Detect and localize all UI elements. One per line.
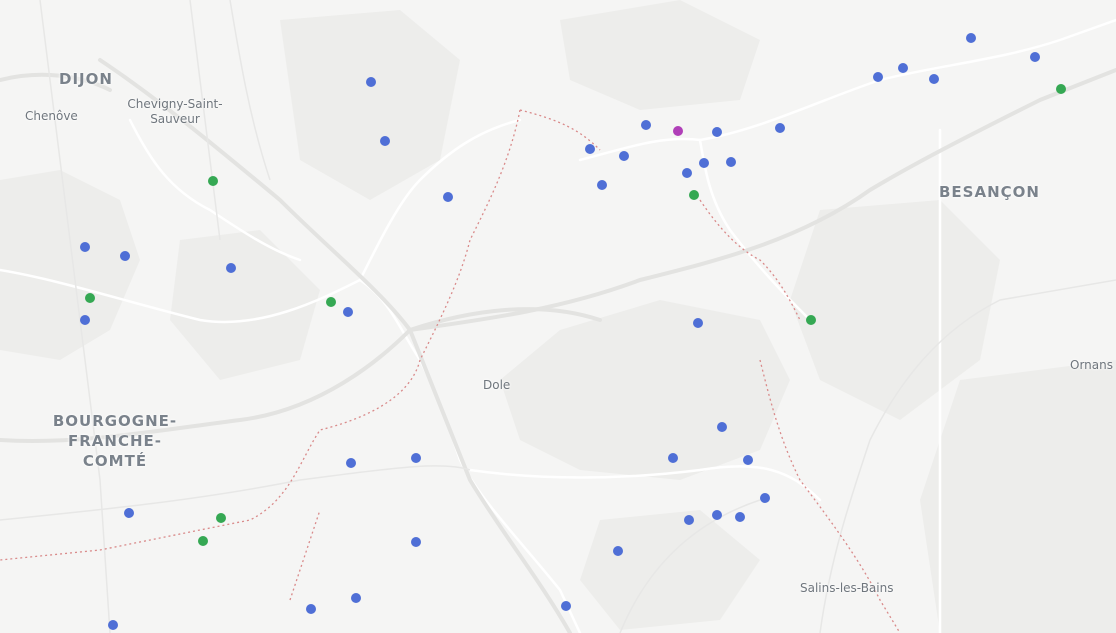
- label-chenove: Chenôve: [25, 109, 78, 123]
- map-marker-green[interactable]: [806, 315, 816, 325]
- map-marker-green[interactable]: [1056, 84, 1066, 94]
- label-salins-les-bains: Salins-les-Bains: [800, 581, 894, 595]
- map-marker-blue[interactable]: [597, 180, 607, 190]
- map-marker-blue[interactable]: [682, 168, 692, 178]
- terrain-shading: [0, 0, 1116, 633]
- label-chevigny-saint-sauveur: Chevigny-Saint- Sauveur: [127, 97, 223, 126]
- map-marker-blue[interactable]: [684, 515, 694, 525]
- map-marker-blue[interactable]: [775, 123, 785, 133]
- map-marker-green[interactable]: [689, 190, 699, 200]
- map-marker-blue[interactable]: [306, 604, 316, 614]
- map-marker-blue[interactable]: [693, 318, 703, 328]
- label-region: BOURGOGNE- FRANCHE- COMTÉ: [52, 412, 178, 470]
- map-marker-blue[interactable]: [351, 593, 361, 603]
- map-marker-blue[interactable]: [561, 601, 571, 611]
- map-marker-blue[interactable]: [717, 422, 727, 432]
- map-marker-blue[interactable]: [712, 127, 722, 137]
- label-dijon: DIJON: [59, 70, 113, 88]
- map-marker-blue[interactable]: [120, 251, 130, 261]
- map-marker-blue[interactable]: [641, 120, 651, 130]
- map-marker-blue[interactable]: [929, 74, 939, 84]
- map-marker-blue[interactable]: [712, 510, 722, 520]
- map-marker-blue[interactable]: [124, 508, 134, 518]
- map-marker-blue[interactable]: [411, 453, 421, 463]
- map-marker-blue[interactable]: [346, 458, 356, 468]
- map-marker-blue[interactable]: [743, 455, 753, 465]
- map-marker-green[interactable]: [326, 297, 336, 307]
- map-marker-blue[interactable]: [443, 192, 453, 202]
- map-marker-green[interactable]: [85, 293, 95, 303]
- basemap: [0, 0, 1116, 633]
- map-marker-blue[interactable]: [873, 72, 883, 82]
- map-marker-blue[interactable]: [613, 546, 623, 556]
- map-marker-blue[interactable]: [380, 136, 390, 146]
- map-marker-blue[interactable]: [366, 77, 376, 87]
- map-marker-blue[interactable]: [108, 620, 118, 630]
- map-marker-green[interactable]: [198, 536, 208, 546]
- map-marker-blue[interactable]: [726, 157, 736, 167]
- map-marker-blue[interactable]: [619, 151, 629, 161]
- map-marker-blue[interactable]: [760, 493, 770, 503]
- map-marker-blue[interactable]: [411, 537, 421, 547]
- map-marker-green[interactable]: [216, 513, 226, 523]
- label-ornans: Ornans: [1070, 358, 1113, 372]
- map-marker-blue[interactable]: [735, 512, 745, 522]
- map-marker-blue[interactable]: [898, 63, 908, 73]
- label-dole: Dole: [483, 378, 511, 392]
- map-marker-purple[interactable]: [673, 126, 683, 136]
- map-marker-blue[interactable]: [343, 307, 353, 317]
- map-marker-green[interactable]: [208, 176, 218, 186]
- map-marker-blue[interactable]: [699, 158, 709, 168]
- map-marker-blue[interactable]: [226, 263, 236, 273]
- map-marker-blue[interactable]: [966, 33, 976, 43]
- map-marker-blue[interactable]: [1030, 52, 1040, 62]
- label-besancon: BESANÇON: [939, 183, 1040, 201]
- map-marker-blue[interactable]: [80, 242, 90, 252]
- map-marker-blue[interactable]: [585, 144, 595, 154]
- map-canvas[interactable]: DIJON Chenôve Chevigny-Saint- Sauveur BE…: [0, 0, 1116, 633]
- map-marker-blue[interactable]: [668, 453, 678, 463]
- map-marker-blue[interactable]: [80, 315, 90, 325]
